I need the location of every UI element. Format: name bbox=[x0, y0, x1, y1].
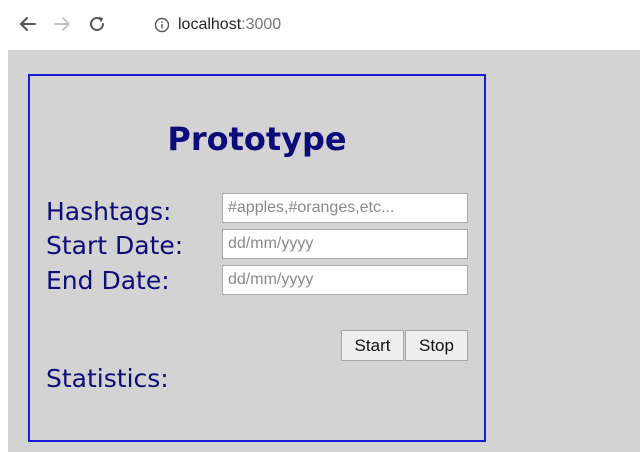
start-button[interactable]: Start bbox=[341, 330, 404, 361]
end-date-input[interactable] bbox=[222, 265, 468, 295]
url-host: localhost bbox=[178, 16, 242, 33]
statistics-label: Statistics: bbox=[46, 364, 169, 393]
start-date-input[interactable] bbox=[222, 229, 468, 259]
end-date-label: End Date: bbox=[46, 266, 170, 295]
start-date-label: Start Date: bbox=[46, 231, 184, 260]
url-port: :3000 bbox=[241, 16, 282, 33]
back-button[interactable] bbox=[16, 12, 40, 36]
info-icon[interactable] bbox=[154, 17, 170, 33]
address-url: localhost:3000 bbox=[178, 16, 281, 34]
stop-button[interactable]: Stop bbox=[405, 330, 468, 361]
reload-button[interactable] bbox=[85, 12, 109, 36]
page-title: Prototype bbox=[167, 120, 347, 158]
address-bar[interactable]: localhost:3000 bbox=[146, 10, 640, 40]
hashtags-label: Hashtags: bbox=[46, 197, 172, 226]
hashtags-input[interactable] bbox=[222, 193, 468, 223]
page-viewport: Prototype Hashtags: Start Date: End Date… bbox=[8, 50, 640, 452]
forward-button[interactable] bbox=[50, 12, 74, 36]
arrow-left-icon bbox=[20, 17, 36, 31]
arrow-right-icon bbox=[54, 17, 70, 31]
prototype-panel: Prototype Hashtags: Start Date: End Date… bbox=[28, 74, 486, 442]
browser-toolbar: localhost:3000 bbox=[0, 0, 640, 50]
reload-icon bbox=[90, 16, 104, 31]
